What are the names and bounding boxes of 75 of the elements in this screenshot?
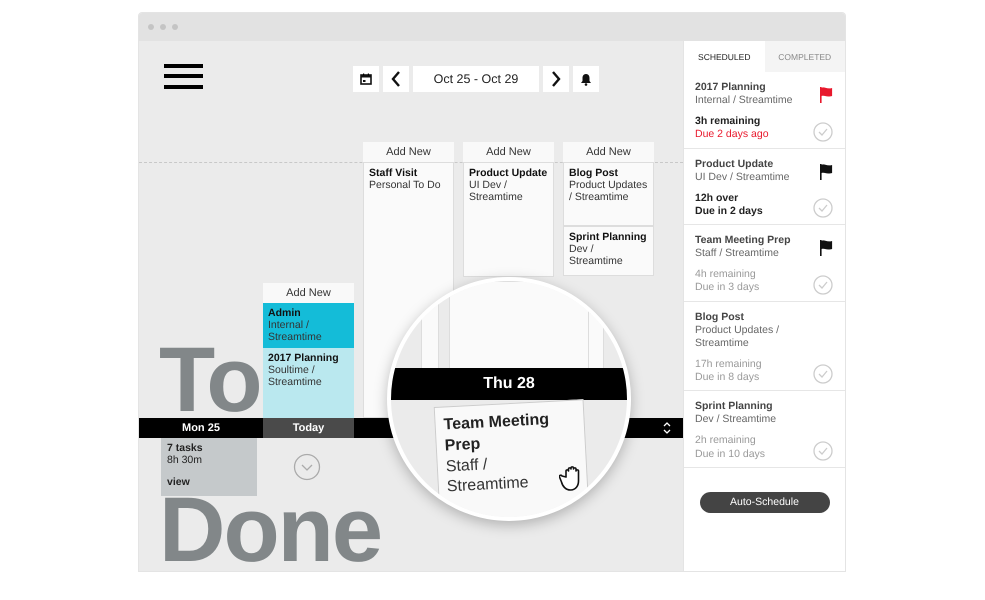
task-project: Internal / Streamtime (268, 319, 323, 343)
task-item[interactable]: Team Meeting Prep Staff / Streamtime 4h remaining Due in 3 days (684, 225, 845, 302)
task-project: UI Dev / Streamtime (695, 170, 790, 184)
date-range[interactable]: Oct 25 - Oct 29 (413, 66, 539, 92)
calendar-button[interactable] (353, 66, 379, 92)
task-item[interactable]: Product Update UI Dev / Streamtime 12h over Due in 2 days (684, 148, 845, 225)
add-new-button[interactable]: Add New (263, 283, 354, 303)
task-item[interactable]: Sprint Planning Dev / Streamtime 2h remaining Due in 10 days (684, 391, 845, 468)
menu-icon[interactable] (164, 64, 203, 89)
auto-schedule-button[interactable]: Auto-Schedule (700, 492, 830, 513)
due-date: Due in 3 days (695, 281, 760, 294)
expand-icon[interactable] (663, 421, 671, 435)
time-remaining: 17h remaining (695, 358, 762, 371)
due-date: Due in 10 days (695, 448, 766, 461)
add-new-button[interactable]: Add New (563, 142, 654, 162)
chevron-right-icon (551, 71, 561, 87)
task-title: Blog Post (695, 310, 745, 324)
next-button[interactable] (543, 66, 569, 92)
add-new-button[interactable]: Add New (363, 142, 454, 162)
due-date: Due in 8 days (695, 371, 760, 384)
calendar-icon (360, 73, 372, 85)
task-project: UI Dev / Streamtime (469, 179, 524, 203)
flag-icon[interactable] (819, 240, 833, 256)
time-remaining: 4h remaining (695, 268, 757, 282)
check-circle-icon[interactable] (813, 198, 833, 218)
flag-icon[interactable] (819, 164, 833, 180)
due-date: Due in 2 days (695, 204, 763, 218)
add-new-button[interactable]: Add New (463, 142, 554, 162)
task-card[interactable]: Blog Post Product Updates / Streamtime (563, 162, 654, 226)
task-count: 7 tasks (167, 442, 204, 454)
task-project: Soultime / Streamtime (268, 364, 323, 388)
time-remaining: 12h over (695, 192, 740, 205)
bell-icon (580, 72, 592, 86)
window-dot[interactable] (172, 24, 178, 30)
task-card[interactable]: Admin Internal / Streamtime (263, 303, 354, 348)
task-title: Staff Visit (369, 167, 418, 179)
task-project: Staff / Streamtime (695, 247, 780, 260)
day-label: Thu 28 (391, 368, 627, 400)
task-title: Product Update (695, 158, 774, 171)
notifications-button[interactable] (573, 66, 599, 92)
day-label[interactable]: Mon 25 (139, 418, 263, 438)
task-project: Dev / Streamtime (695, 413, 776, 426)
check-circle-icon[interactable] (813, 364, 833, 384)
time-remaining: 2h remaining (695, 434, 757, 448)
check-circle-icon[interactable] (813, 122, 833, 142)
task-title: Sprint Planning (569, 231, 648, 243)
task-item[interactable]: 2017 Planning Internal / Streamtime 3h remaining Due 2 days ago (684, 72, 845, 148)
background-word: To (159, 344, 261, 418)
task-card[interactable]: Product Update UI Dev / Streamtime (463, 162, 554, 277)
task-project: Staff / Streamtime (445, 454, 530, 498)
task-title: Team Meeting Prep (695, 234, 790, 248)
task-title: Product Update (469, 167, 548, 179)
task-card[interactable]: Sprint Planning Dev / Streamtime (563, 226, 654, 276)
task-title: Admin (268, 307, 302, 319)
task-title: Sprint Planning (695, 400, 774, 414)
hours-total: 8h 30m (167, 454, 204, 466)
check-circle-icon[interactable] (813, 440, 833, 461)
time-remaining: 3h remaining (695, 115, 762, 128)
chevron-left-icon (391, 71, 401, 87)
window-dot[interactable] (160, 24, 166, 30)
window-dot[interactable] (148, 24, 154, 30)
task-title: 2017 Planning (268, 352, 340, 364)
task-title: Blog Post (569, 167, 619, 179)
task-title: 2017 Planning (695, 81, 767, 94)
task-project: Product Updates / Streamtime (569, 179, 648, 203)
day-label[interactable]: Today (263, 418, 354, 438)
check-circle-icon[interactable] (813, 274, 833, 294)
task-project: Personal To Do (369, 179, 442, 191)
due-date: Due 2 days ago (695, 128, 769, 142)
task-project: Internal / Streamtime (695, 94, 792, 108)
task-card[interactable]: 2017 Planning Soultime / Streamtime (263, 348, 354, 418)
previous-button[interactable] (383, 66, 409, 92)
task-project: Product Updates / Streamtime (695, 324, 780, 350)
task-project: Dev / Streamtime (569, 243, 624, 267)
task-item[interactable]: Blog Post Product Updates / Streamtime 17h remaining Due in 8 days (684, 302, 845, 392)
